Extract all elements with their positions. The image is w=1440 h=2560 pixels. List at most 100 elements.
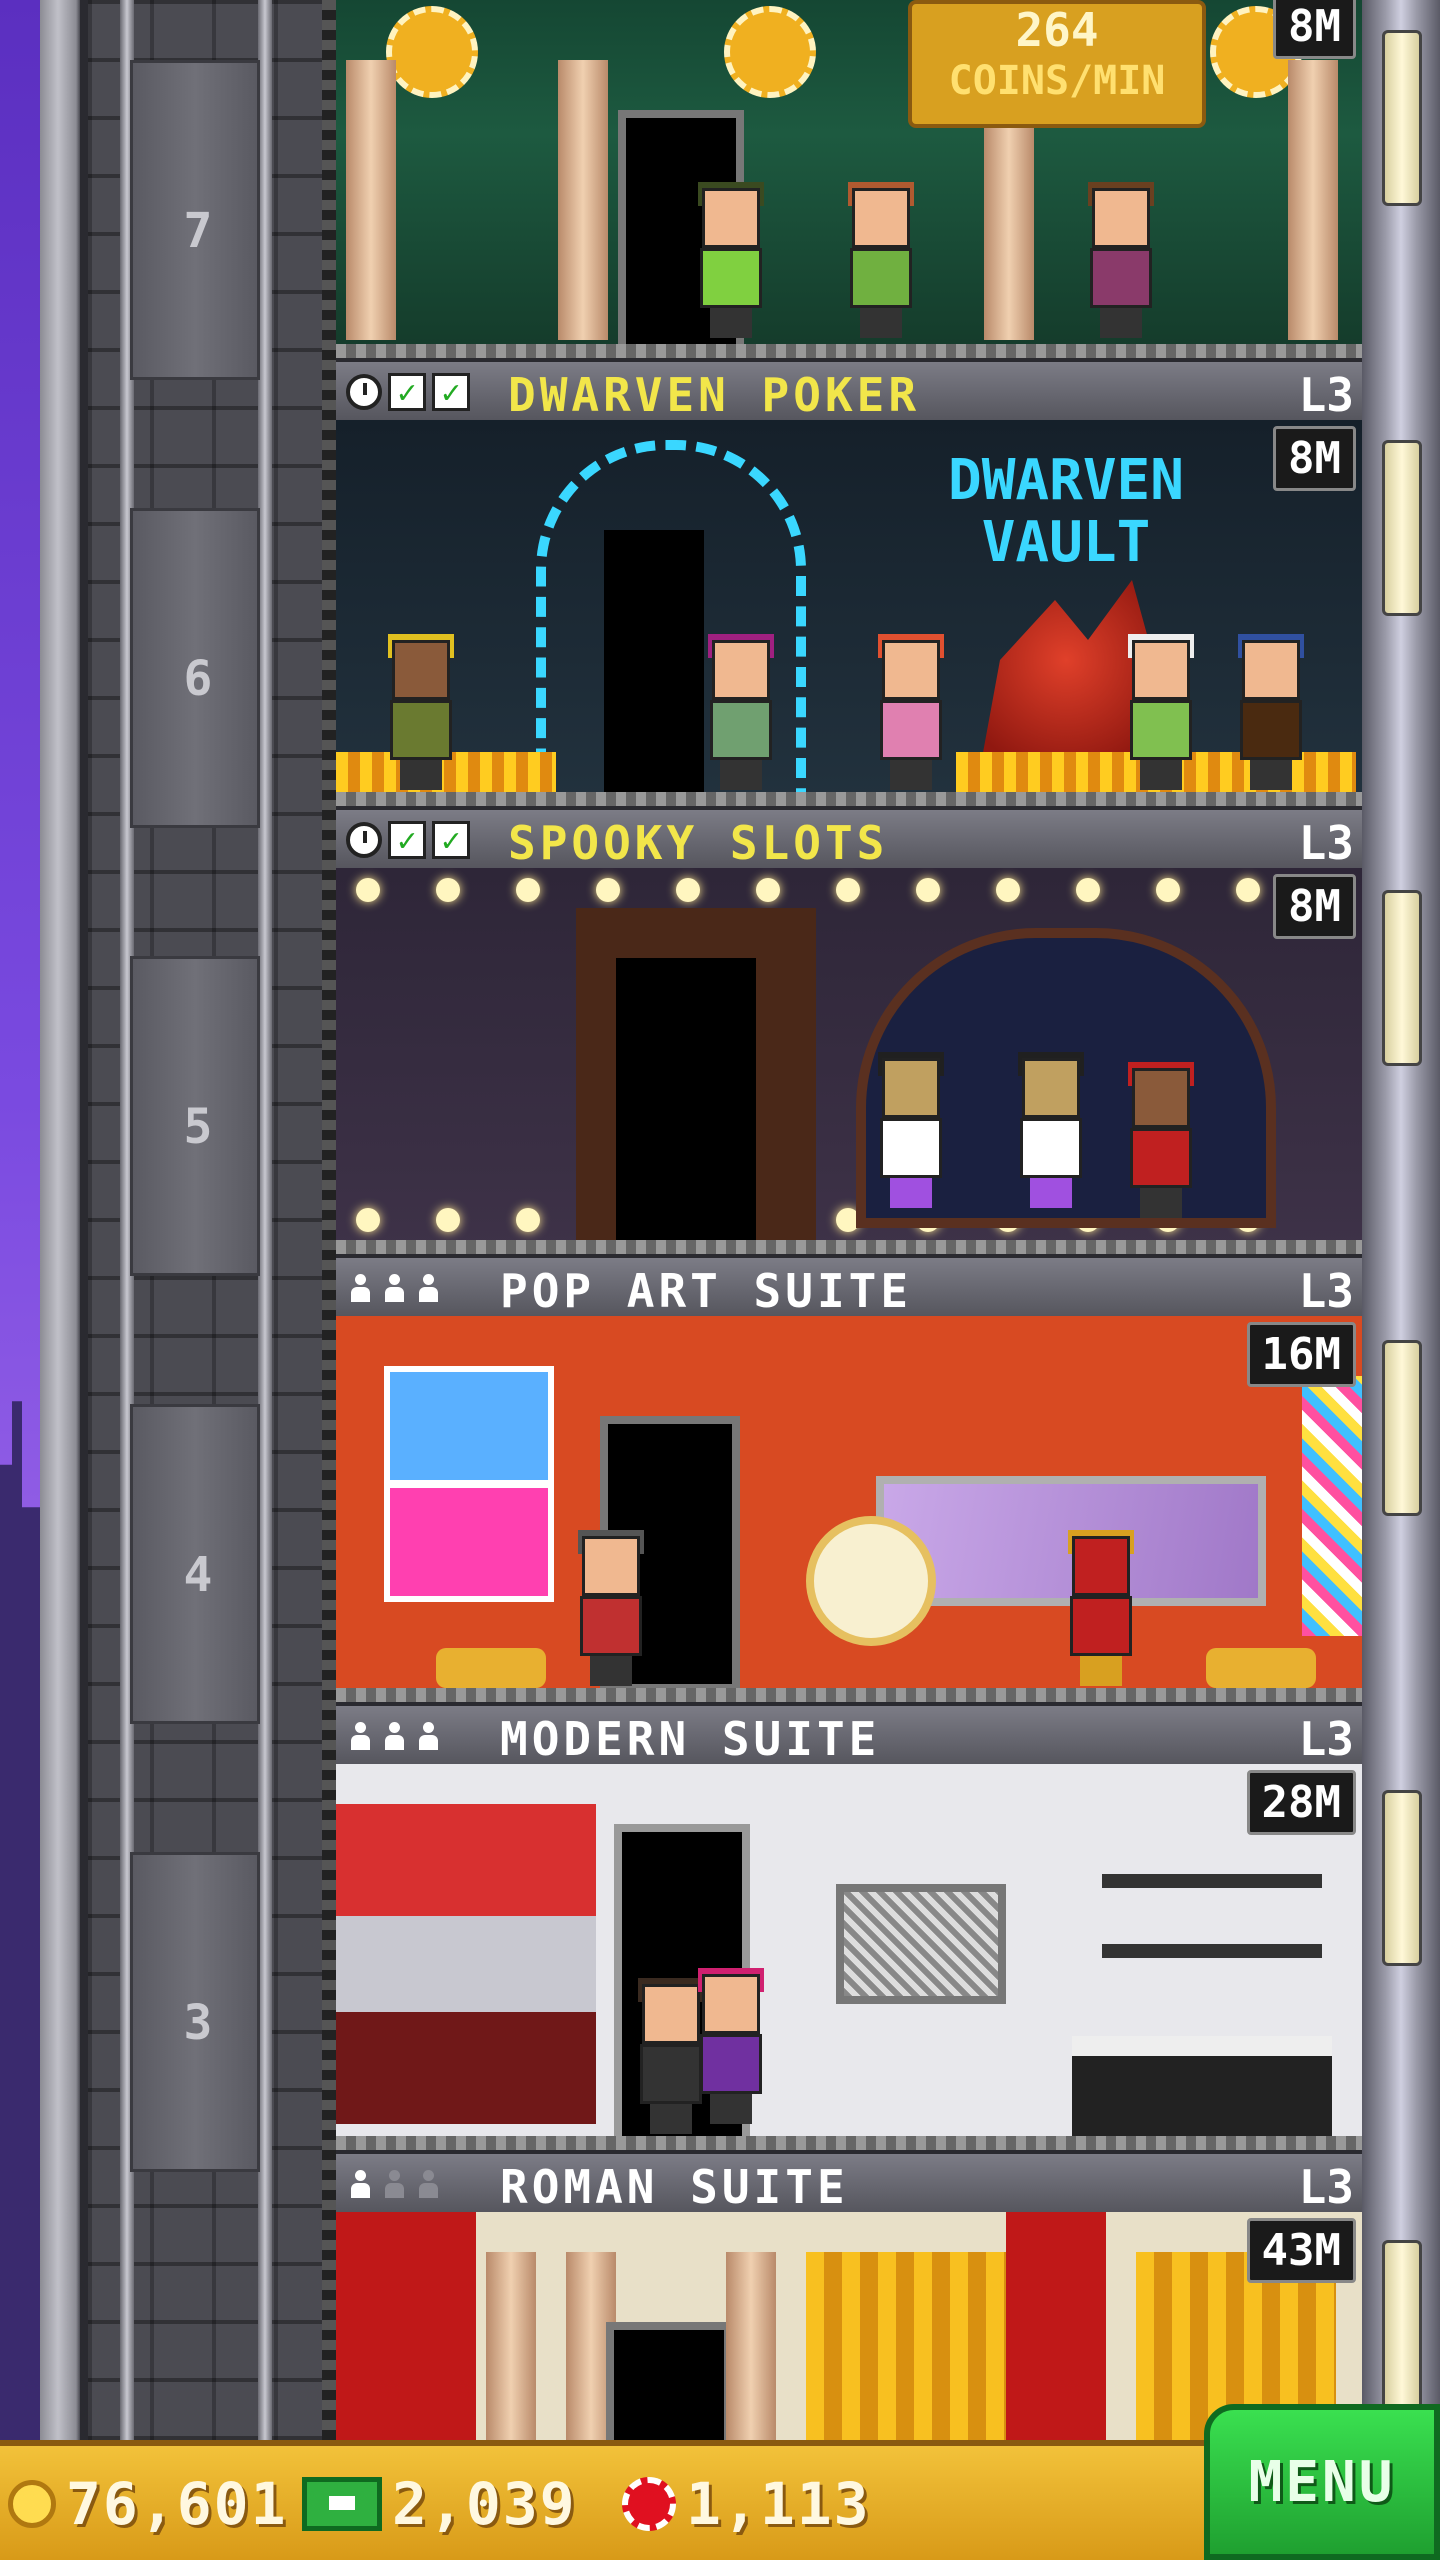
floor-price: 16M	[1246, 1322, 1356, 1387]
floor-number: 4	[183, 1547, 213, 1603]
check-icon: ✓	[432, 821, 470, 859]
legs	[1140, 760, 1182, 790]
marquee-bulb	[1236, 878, 1260, 902]
bitizen[interactable]	[696, 1968, 766, 2124]
legs	[890, 760, 932, 790]
head	[1132, 1068, 1190, 1128]
shirt	[880, 700, 942, 760]
elevator-door	[616, 958, 756, 1248]
legs	[860, 308, 902, 338]
floor-price: 8M	[1273, 874, 1356, 939]
floor-5-spooky-slots[interactable]: ✓ ✓ SPOOKY SLOTS L3 8M	[336, 806, 1362, 1254]
casino-room[interactable]	[336, 0, 1362, 358]
legs	[710, 2094, 752, 2124]
bed	[1072, 2036, 1332, 2136]
marquee-bulb	[356, 878, 380, 902]
check-icon: ✓	[388, 821, 426, 859]
check-icon: ✓	[432, 373, 470, 411]
floor-level: L3	[1298, 1264, 1354, 1318]
shirt	[1130, 700, 1192, 760]
coins-counter[interactable]: 76,601	[8, 2468, 288, 2540]
floor-7[interactable]: 264 COINS/MIN 8M	[336, 0, 1362, 358]
dwarven-vault-room[interactable]: DWARVEN VAULT	[336, 420, 1362, 806]
resident-icon	[380, 1718, 408, 1754]
floor-status-icons	[346, 1716, 442, 1756]
bitizen[interactable]	[696, 182, 766, 338]
legs	[590, 1656, 632, 1686]
floor-price: 43M	[1246, 2218, 1356, 2283]
floor-3-modern-suite[interactable]: MODERN SUITE L3 28M	[336, 1702, 1362, 2150]
wall-shelf	[1102, 1874, 1322, 1888]
floor-header[interactable]: ✓ ✓ DWARVEN POKER L3	[336, 358, 1362, 422]
shirt	[640, 2044, 702, 2104]
pop-art-portrait	[384, 1482, 554, 1602]
menu-button[interactable]: MENU	[1204, 2404, 1440, 2560]
resident-icon	[414, 1718, 442, 1754]
slot-machine-ghoul[interactable]	[1016, 1052, 1086, 1208]
legs	[1250, 760, 1292, 790]
marquee-bulb	[436, 878, 460, 902]
marquee-bulb	[676, 878, 700, 902]
bitizen-armored[interactable]	[1066, 1530, 1136, 1686]
mosaic-wall	[1302, 1376, 1362, 1636]
elevator-door	[604, 530, 704, 800]
base	[1030, 1178, 1072, 1208]
bitizen-dwarf[interactable]	[1236, 634, 1306, 790]
bitizen[interactable]	[876, 634, 946, 790]
floor-status-icons	[346, 1268, 442, 1308]
floor-4-pop-art-suite[interactable]: POP ART SUITE L3 16M	[336, 1254, 1362, 1702]
bitizen[interactable]	[846, 182, 916, 338]
floor-header[interactable]: MODERN SUITE L3	[336, 1702, 1362, 1766]
pop-art-room[interactable]	[336, 1316, 1362, 1702]
column	[558, 60, 608, 340]
gems-counter[interactable]: 1,113	[622, 2468, 871, 2540]
bitizen[interactable]	[576, 1530, 646, 1686]
floor-header[interactable]: POP ART SUITE L3	[336, 1254, 1362, 1318]
marquee-bulb	[836, 878, 860, 902]
bitizen[interactable]	[386, 634, 456, 790]
floor-number: 3	[183, 1995, 213, 2051]
bux-counter[interactable]: 2,039	[302, 2468, 577, 2540]
floor-status-icons	[346, 2164, 442, 2204]
floor-header[interactable]: ROMAN SUITE L3	[336, 2150, 1362, 2214]
resident-icon	[414, 2166, 442, 2202]
shirt	[710, 700, 772, 760]
roman-room[interactable]	[336, 2212, 1362, 2440]
floor-2-roman-suite[interactable]: ROMAN SUITE L3 43M	[336, 2150, 1362, 2440]
floor-rail	[336, 1240, 1362, 1254]
bitizen[interactable]	[1086, 182, 1156, 338]
bitizen[interactable]	[1126, 1062, 1196, 1218]
red-wall-panel	[1006, 2212, 1106, 2440]
floor-name: MODERN SUITE	[500, 1712, 881, 1766]
shirt	[1130, 1128, 1192, 1188]
head	[702, 188, 760, 248]
floor-header[interactable]: ✓ ✓ SPOOKY SLOTS L3	[336, 806, 1362, 870]
modern-room[interactable]	[336, 1764, 1362, 2150]
resident-icon	[380, 2166, 408, 2202]
resident-icon	[414, 1270, 442, 1306]
clock-icon	[346, 374, 382, 410]
marquee-bulb	[996, 878, 1020, 902]
spooky-slots-room[interactable]	[336, 868, 1362, 1254]
marquee-bulb	[756, 878, 780, 902]
bitizen[interactable]	[1126, 634, 1196, 790]
coins-per-minute-sign[interactable]: 264 COINS/MIN	[908, 0, 1206, 128]
shirt	[580, 1596, 642, 1656]
curtain	[806, 2252, 1006, 2440]
marquee-bulb	[1076, 878, 1100, 902]
head	[1072, 1536, 1130, 1596]
floor-name: ROMAN SUITE	[500, 2160, 849, 2214]
gem-icon	[622, 2477, 676, 2531]
floor-6-dwarven-poker[interactable]: ✓ ✓ DWARVEN POKER L3 DWARVEN VAULT 8M	[336, 358, 1362, 806]
bux-value: 2,039	[392, 2470, 577, 2538]
marquee-bulb	[436, 1208, 460, 1232]
poker-chip-icon	[386, 6, 478, 98]
marquee-bulb	[516, 878, 540, 902]
shirt	[390, 700, 452, 760]
slot-machine-ghoul[interactable]	[876, 1052, 946, 1208]
bitizen[interactable]	[706, 634, 776, 790]
head	[702, 1974, 760, 2034]
resident-icon	[346, 2166, 374, 2202]
tower-right-wall	[1362, 0, 1440, 2440]
elevator-rail-right	[258, 0, 272, 2440]
